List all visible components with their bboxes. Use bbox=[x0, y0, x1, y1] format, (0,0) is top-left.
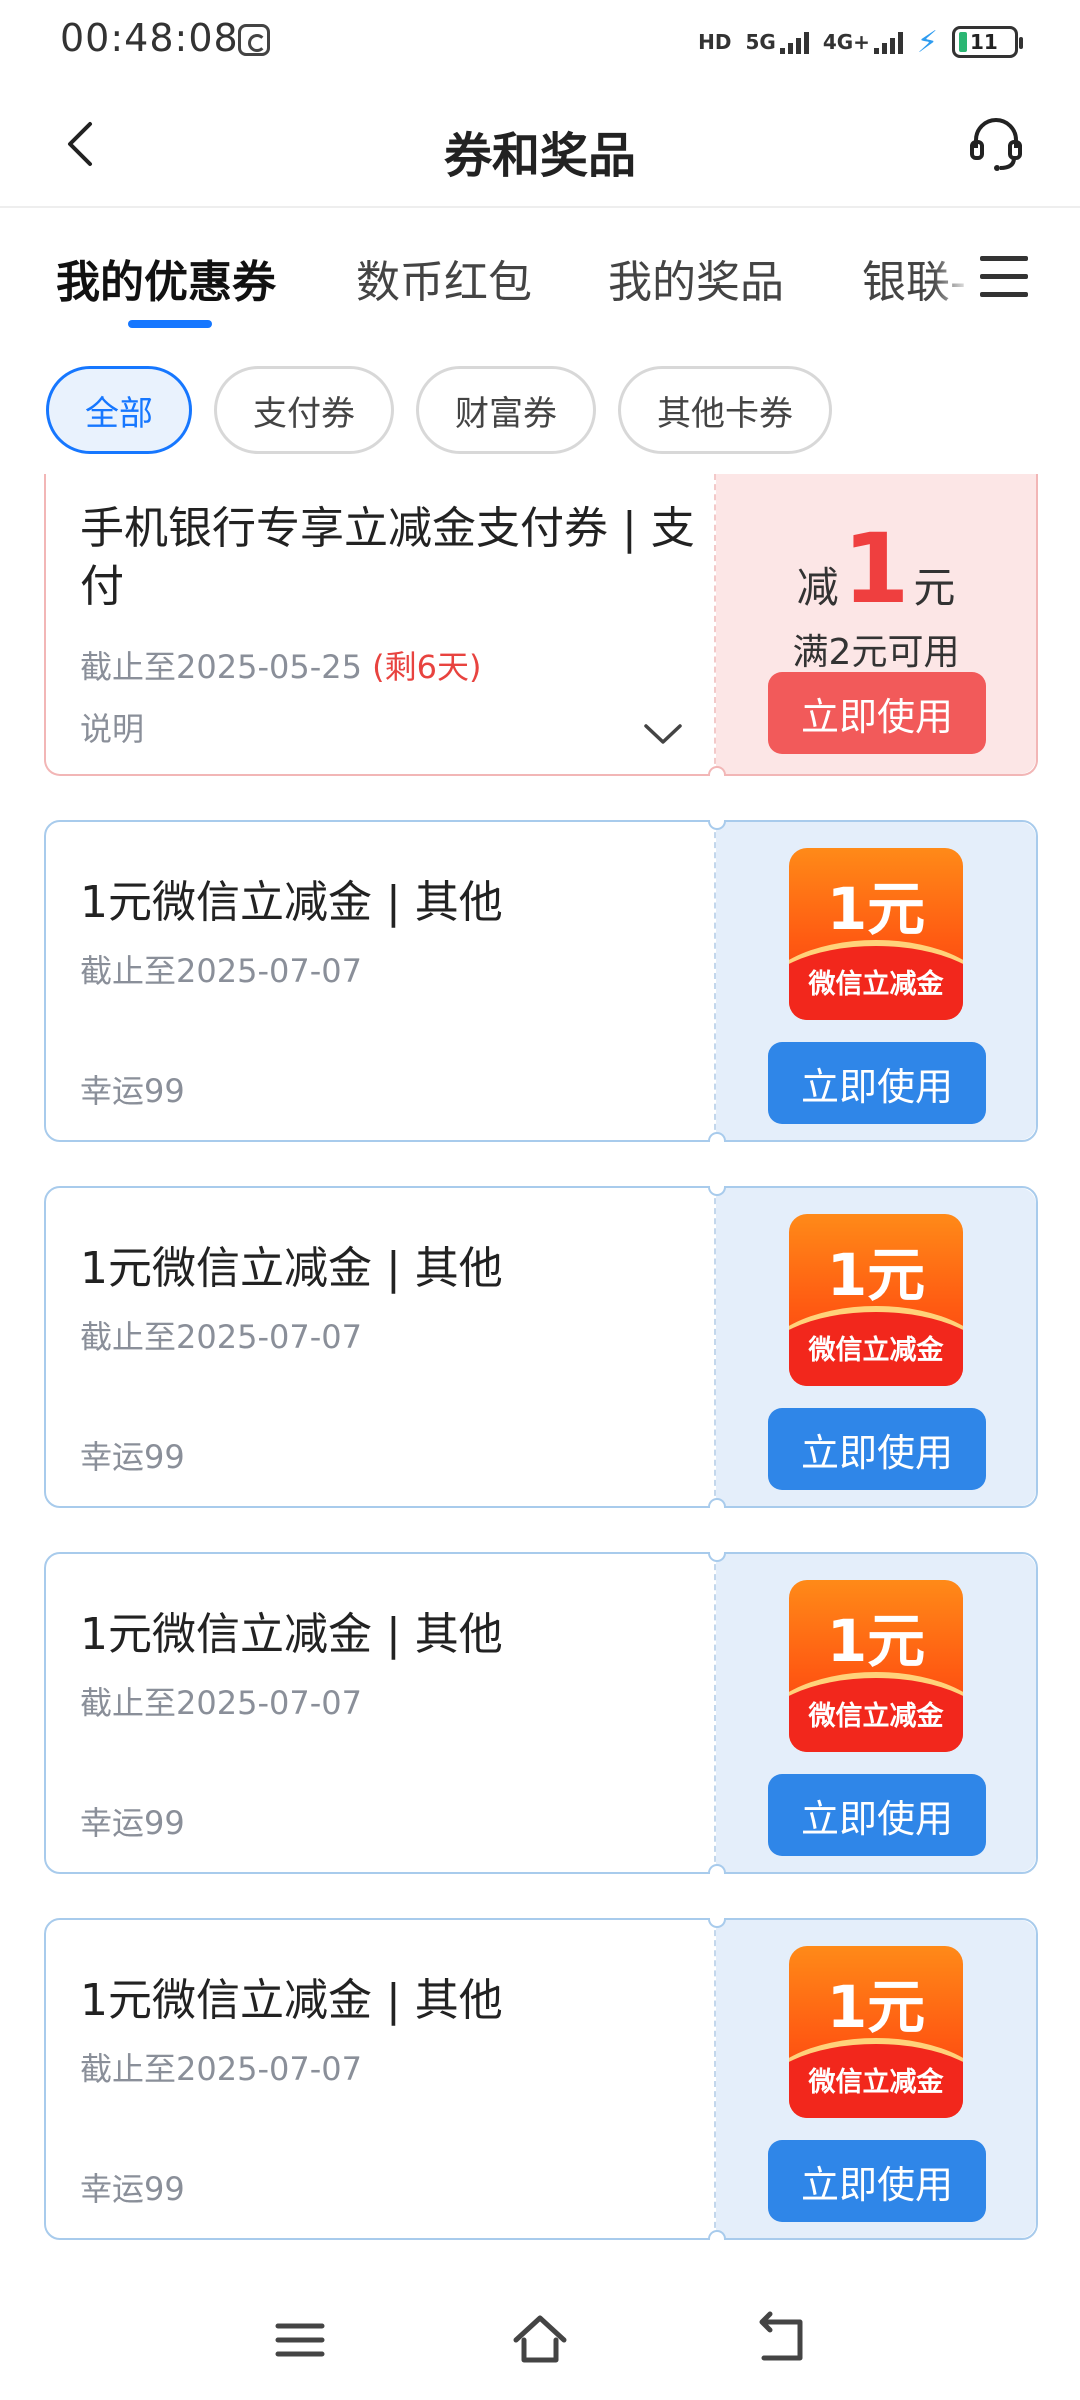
coupon-note: 幸运99 bbox=[80, 1072, 185, 1110]
battery-icon: 11 bbox=[952, 26, 1023, 58]
tab-indicator bbox=[128, 320, 212, 328]
coupon-title: 1元微信立减金 | 其他 bbox=[80, 877, 503, 928]
status-bar: 00:48:08 HD 5G 4G+ ⚡ 11 bbox=[0, 0, 1080, 80]
filter-all[interactable]: 全部 bbox=[46, 366, 192, 454]
wechat-discount-badge: 1元 微信立减金 bbox=[789, 1214, 963, 1386]
5g-signal-icon: 5G bbox=[745, 30, 809, 54]
coupon-expire-date: 截止至2025-07-07 bbox=[80, 1318, 362, 1356]
coupon-card: 1元微信立减金 | 其他 截止至2025-07-07 幸运99 1元 微信立减金… bbox=[44, 1552, 1038, 1874]
status-indicators: HD 5G 4G+ ⚡ 11 bbox=[698, 22, 1023, 62]
badge-label: 微信立减金 bbox=[808, 1335, 944, 1366]
coupon-title: 手机银行专享立减金支付券 | 支付 bbox=[80, 503, 695, 612]
badge-label: 微信立减金 bbox=[808, 1701, 944, 1732]
coupon-card: 1元微信立减金 | 其他 截止至2025-07-07 幸运99 1元 微信立减金… bbox=[44, 820, 1038, 1142]
coupon-info: 1元微信立减金 | 其他 截止至2025-07-07 幸运99 bbox=[46, 1554, 716, 1872]
badge-amount: 1元 bbox=[826, 1241, 926, 1309]
app-notification-icon bbox=[238, 24, 270, 56]
coupon-note: 幸运99 bbox=[80, 2170, 185, 2208]
coupon-expire-date: 截止至2025-07-07 bbox=[80, 952, 362, 990]
coupon-info: 手机银行专享立减金支付券 | 支付 截止至2025-05-25 (剩6天) 说明 bbox=[46, 474, 716, 774]
wechat-discount-badge: 1元 微信立减金 bbox=[789, 1580, 963, 1752]
use-now-button[interactable]: 立即使用 bbox=[768, 672, 986, 754]
system-nav-bar bbox=[0, 2280, 1080, 2400]
coupon-list: 手机银行专享立减金支付券 | 支付 截止至2025-05-25 (剩6天) 说明… bbox=[44, 474, 1038, 2284]
coupon-card: 1元微信立减金 | 其他 截止至2025-07-07 幸运99 1元 微信立减金… bbox=[44, 1186, 1038, 1508]
tab-digital-red-packet[interactable]: 数币红包 bbox=[356, 246, 532, 310]
coupon-amount: 减 1 元 bbox=[796, 513, 956, 625]
use-now-button[interactable]: 立即使用 bbox=[768, 1774, 986, 1856]
tab-bar: 我的优惠券 数币红包 我的奖品 银联- bbox=[0, 210, 1080, 350]
battery-level: 11 bbox=[970, 30, 998, 54]
charging-icon: ⚡ bbox=[916, 24, 938, 60]
amount-prefix: 减 bbox=[796, 563, 839, 612]
tab-my-prizes[interactable]: 我的奖品 bbox=[608, 246, 784, 310]
page-title: 券和奖品 bbox=[443, 128, 636, 184]
coupon-expire: 截止至2025-05-25 (剩6天) bbox=[80, 642, 482, 688]
hd-label: HD bbox=[698, 30, 732, 54]
net2-label: 4G+ bbox=[822, 30, 870, 54]
filter-payment[interactable]: 支付券 bbox=[214, 366, 394, 454]
home-icon[interactable] bbox=[510, 2310, 570, 2370]
customer-service-icon[interactable] bbox=[964, 112, 1028, 176]
coupon-value-panel: 1元 微信立减金 立即使用 bbox=[716, 1554, 1036, 1872]
tab-fade bbox=[932, 240, 972, 310]
hd-signal-icon: HD bbox=[698, 30, 731, 54]
status-time: 00:48:08 bbox=[60, 16, 239, 60]
coupon-condition: 满2元可用 bbox=[792, 632, 960, 673]
badge-amount: 1元 bbox=[826, 1973, 926, 2041]
coupon-note: 幸运99 bbox=[80, 1804, 185, 1842]
use-now-button[interactable]: 立即使用 bbox=[768, 2140, 986, 2222]
filter-other-cards[interactable]: 其他卡券 bbox=[618, 366, 832, 454]
net1-label: 5G bbox=[745, 30, 776, 54]
coupon-expire-date: 截止至2025-07-07 bbox=[80, 1684, 362, 1722]
coupon-info: 1元微信立减金 | 其他 截止至2025-07-07 幸运99 bbox=[46, 822, 716, 1140]
coupon-remaining-days: (剩6天) bbox=[372, 648, 482, 686]
amount-unit: 元 bbox=[913, 563, 956, 612]
coupon-info: 1元微信立减金 | 其他 截止至2025-07-07 幸运99 bbox=[46, 1188, 716, 1506]
back-icon[interactable] bbox=[750, 2310, 810, 2370]
coupon-note: 幸运99 bbox=[80, 1438, 185, 1476]
recent-apps-icon[interactable] bbox=[270, 2310, 330, 2370]
header: 券和奖品 bbox=[0, 80, 1080, 208]
coupon-value-panel: 1元 微信立减金 立即使用 bbox=[716, 1920, 1036, 2238]
menu-icon[interactable] bbox=[976, 248, 1032, 304]
coupon-title: 1元微信立减金 | 其他 bbox=[80, 1609, 503, 1660]
coupon-info: 1元微信立减金 | 其他 截止至2025-07-07 幸运99 bbox=[46, 1920, 716, 2238]
coupon-title: 1元微信立减金 | 其他 bbox=[80, 1975, 503, 2026]
use-now-button[interactable]: 立即使用 bbox=[768, 1408, 986, 1490]
4g-signal-icon: 4G+ bbox=[823, 30, 903, 54]
coupon-value-panel: 1元 微信立减金 立即使用 bbox=[716, 1188, 1036, 1506]
badge-label: 微信立减金 bbox=[808, 969, 944, 1000]
badge-label: 微信立减金 bbox=[808, 2067, 944, 2098]
chevron-down-icon[interactable] bbox=[642, 718, 684, 748]
coupon-title: 1元微信立减金 | 其他 bbox=[80, 1243, 503, 1294]
coupon-card: 手机银行专享立减金支付券 | 支付 截止至2025-05-25 (剩6天) 说明… bbox=[44, 474, 1038, 776]
filter-chips: 全部 支付券 财富券 其他卡券 bbox=[46, 366, 832, 456]
wechat-discount-badge: 1元 微信立减金 bbox=[789, 848, 963, 1020]
use-now-button[interactable]: 立即使用 bbox=[768, 1042, 986, 1124]
badge-amount: 1元 bbox=[826, 1607, 926, 1675]
coupon-card: 1元微信立减金 | 其他 截止至2025-07-07 幸运99 1元 微信立减金… bbox=[44, 1918, 1038, 2240]
coupon-expire-date: 截止至2025-05-25 bbox=[80, 648, 362, 686]
coupon-expire-date: 截止至2025-07-07 bbox=[80, 2050, 362, 2088]
filter-wealth[interactable]: 财富券 bbox=[416, 366, 596, 454]
wechat-discount-badge: 1元 微信立减金 bbox=[789, 1946, 963, 2118]
coupon-value-panel: 1元 微信立减金 立即使用 bbox=[716, 822, 1036, 1140]
badge-amount: 1元 bbox=[826, 875, 926, 943]
coupon-description-link[interactable]: 说明 bbox=[80, 704, 144, 750]
tab-my-coupons[interactable]: 我的优惠券 bbox=[56, 246, 276, 310]
amount-value: 1 bbox=[842, 513, 910, 625]
coupon-value-panel: 减 1 元 满2元可用 立即使用 bbox=[716, 474, 1036, 774]
